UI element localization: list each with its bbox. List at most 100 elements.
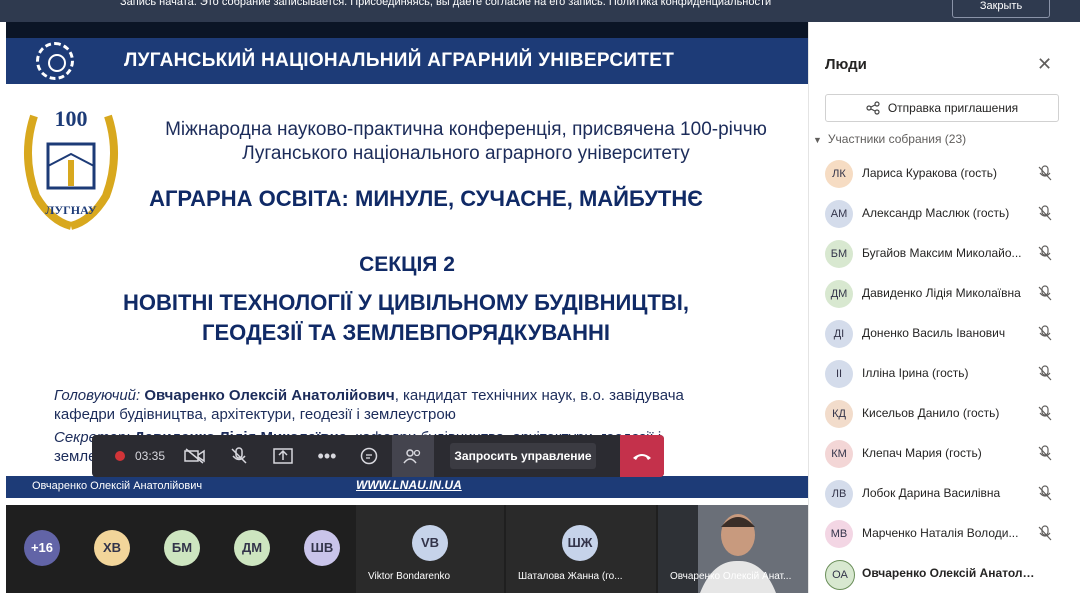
participant-avatar: ШЖ <box>562 525 598 561</box>
share-screen-button[interactable] <box>264 435 302 477</box>
participants-button[interactable] <box>392 435 434 477</box>
mic-off-icon <box>1038 325 1052 341</box>
request-control-button[interactable]: Запросить управление <box>450 443 596 469</box>
attendee-name: Ілліна Ірина (гость) <box>862 366 969 380</box>
participant-gallery: +16 ХВ БМ ДМ ШВ VB Viktor Bondarenko ШЖ … <box>6 505 808 593</box>
chat-icon <box>360 447 378 465</box>
avatar: ЛВ <box>825 480 853 508</box>
attendee-row[interactable]: ІІ Ілліна Ірина (гость) <box>825 359 1061 393</box>
people-panel-title: Люди <box>825 56 867 73</box>
participant-name: Овчаренко Олексій Анат... <box>670 571 792 582</box>
close-notice-button[interactable]: Закрыть <box>952 0 1050 18</box>
participant-name: Шаталова Жанна (го... <box>518 571 623 582</box>
attendee-row[interactable]: КД Кисельов Данило (гость) <box>825 399 1061 433</box>
call-controls-bar: 03:35 ••• Запросить управление <box>92 435 664 477</box>
avatar: ДМ <box>825 280 853 308</box>
chair-info: Головуючий: Овчаренко Олексій Анатолійов… <box>54 387 684 423</box>
avatar: БМ <box>825 240 853 268</box>
avatar: МВ <box>825 520 853 548</box>
shared-screen: ЛУГАНСЬКИЙ НАЦІОНАЛЬНИЙ АГРАРНИЙ УНІВЕРС… <box>6 22 808 498</box>
mic-off-icon <box>1038 525 1052 541</box>
participant-avatar[interactable]: ШВ <box>304 530 340 566</box>
mic-off-icon <box>1038 165 1052 181</box>
attendee-row[interactable]: АМ Александр Маслюк (гость) <box>825 199 1061 233</box>
share-icon <box>273 448 293 464</box>
conference-description: Міжнародна науково-практична конференція… <box>165 119 767 164</box>
people-icon <box>403 449 421 464</box>
mic-off-icon <box>1038 205 1052 221</box>
hang-up-icon <box>633 454 651 460</box>
mic-off-icon <box>1038 365 1052 381</box>
avatar: КД <box>825 400 853 428</box>
call-timer: 03:35 <box>134 449 166 463</box>
attendee-row[interactable]: ЛК Лариса Куракова (гость) <box>825 159 1061 193</box>
mic-off-icon <box>1038 405 1052 421</box>
footer-presenter: Овчаренко Олексій Анатолійович <box>32 480 203 492</box>
participant-tile[interactable]: ШЖ Шаталова Жанна (го... <box>506 505 656 593</box>
participant-avatar: VB <box>412 525 448 561</box>
close-icon[interactable]: ✕ <box>1037 54 1052 75</box>
attendee-name: Клепач Мария (гость) <box>862 446 982 460</box>
recording-dot-icon <box>114 451 125 461</box>
participant-avatar[interactable]: ХВ <box>94 530 130 566</box>
attendee-name: Бугайов Максим Миколайо... <box>862 246 1022 260</box>
attendees-section-header[interactable]: ▼ Участники собрания (23) <box>813 132 966 146</box>
university-name: ЛУГАНСЬКИЙ НАЦІОНАЛЬНИЙ АГРАРНИЙ УНІВЕРС… <box>124 50 675 71</box>
attendee-row[interactable]: БМ Бугайов Максим Миколайо... <box>825 239 1061 273</box>
attendee-name: Лариса Куракова (гость) <box>862 166 997 180</box>
participant-tile[interactable]: VB Viktor Bondarenko <box>356 505 504 593</box>
people-panel: Люди ✕ Отправка приглашения ▼ Участники с… <box>808 22 1080 593</box>
recording-notice-text: Запись начата. Это собрание записывается… <box>120 0 772 8</box>
section-title: НОВІТНІ ТЕХНОЛОГІЇ У ЦИВІЛЬНОМУ БУДІВНИЦ… <box>123 290 689 345</box>
avatar: ЛК <box>825 160 853 188</box>
attendee-row[interactable]: ЛВ Лобок Дарина Василівна <box>825 479 1061 513</box>
avatar: КМ <box>825 440 853 468</box>
participant-avatar[interactable]: ДМ <box>234 530 270 566</box>
svg-text:ЛУГНАУ: ЛУГНАУ <box>45 203 96 217</box>
chevron-down-icon: ▼ <box>813 135 822 145</box>
recording-indicator: 03:35 <box>100 435 180 477</box>
mic-off-icon <box>1038 245 1052 261</box>
presentation-slide: ЛУГАНСЬКИЙ НАЦІОНАЛЬНИЙ АГРАРНИЙ УНІВЕРС… <box>6 38 808 498</box>
slide-header: ЛУГАНСЬКИЙ НАЦІОНАЛЬНИЙ АГРАРНИЙ УНІВЕРС… <box>6 38 808 84</box>
slide-footer: Овчаренко Олексій Анатолійович WWW.LNAU.… <box>6 476 808 498</box>
mic-off-icon <box>1038 285 1052 301</box>
camera-off-button[interactable] <box>176 435 214 477</box>
mic-off-icon <box>1038 445 1052 461</box>
attendee-name: Давиденко Лідія Миколаївна <box>862 286 1021 300</box>
attendee-name: Овчаренко Олексій Анатолійо... <box>862 566 1037 580</box>
attendee-name: Кисельов Данило (гость) <box>862 406 1000 420</box>
attendee-row[interactable]: ДІ Доненко Василь Іванович <box>825 319 1061 353</box>
hang-up-button[interactable] <box>620 435 664 477</box>
attendee-row[interactable]: ОА Овчаренко Олексій Анатолійо... <box>825 559 1061 593</box>
more-options-icon[interactable]: ••• <box>308 435 346 477</box>
svg-text:100: 100 <box>55 106 88 131</box>
mic-off-icon <box>231 447 247 464</box>
camera-off-icon <box>184 448 205 464</box>
attendee-name: Александр Маслюк (гость) <box>862 206 1010 220</box>
attendee-row[interactable]: КМ Клепач Мария (гость) <box>825 439 1061 473</box>
attendee-name: Доненко Василь Іванович <box>862 326 1006 340</box>
university-emblem-icon <box>36 42 74 80</box>
avatar: ДІ <box>825 320 853 348</box>
attendee-name: Лобок Дарина Василівна <box>862 486 1001 500</box>
participant-avatar[interactable]: БМ <box>164 530 200 566</box>
participant-name: Viktor Bondarenko <box>368 571 451 582</box>
section-number: СЕКЦІЯ 2 <box>359 253 455 276</box>
attendee-row[interactable]: ДМ Давиденко Лідія Миколаївна <box>825 279 1061 313</box>
presenter-video-tile[interactable]: Овчаренко Олексій Анат... <box>658 505 808 593</box>
chat-button[interactable] <box>350 435 388 477</box>
mute-button[interactable] <box>220 435 258 477</box>
share-link-icon <box>866 101 880 115</box>
attendee-name: Марченко Наталія Володи... <box>862 526 1019 540</box>
conference-title: АГРАРНА ОСВІТА: МИНУЛЕ, СУЧАСНЕ, МАЙБУТН… <box>149 186 703 211</box>
attendee-row[interactable]: МВ Марченко Наталія Володи... <box>825 519 1061 553</box>
send-invite-button[interactable]: Отправка приглашения <box>825 94 1059 122</box>
footer-url[interactable]: WWW.LNAU.IN.UA <box>356 478 462 492</box>
avatar: АМ <box>825 200 853 228</box>
avatar: ІІ <box>825 360 853 388</box>
mic-off-icon <box>1038 485 1052 501</box>
recording-notice-bar: Запись начата. Это собрание записывается… <box>0 0 1080 22</box>
more-participants-badge[interactable]: +16 <box>24 530 60 566</box>
avatar: ОА <box>825 560 855 590</box>
